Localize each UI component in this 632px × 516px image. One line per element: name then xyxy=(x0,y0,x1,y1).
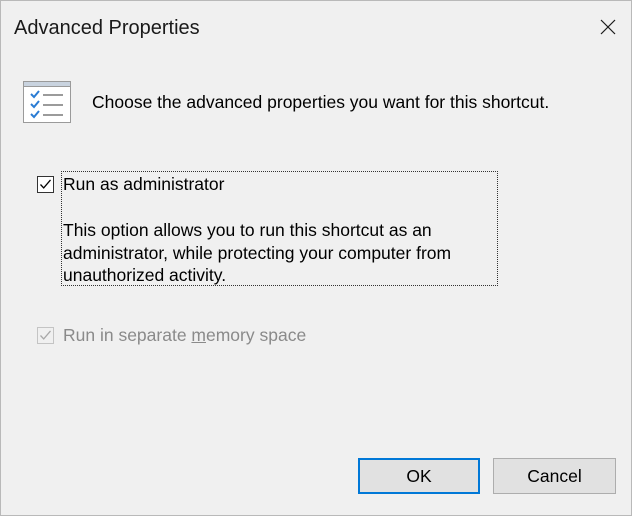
ok-button[interactable]: OK xyxy=(358,458,480,494)
close-icon xyxy=(600,19,616,35)
separate-memory-checkbox xyxy=(37,327,54,344)
window-title: Advanced Properties xyxy=(14,17,200,39)
separate-memory-label-suffix: emory space xyxy=(206,325,307,345)
separate-memory-label: Run in separate memory space xyxy=(63,325,306,346)
separate-memory-access-key: m xyxy=(191,325,206,345)
title-bar: Advanced Properties xyxy=(1,1,631,57)
separate-memory-checkbox-row xyxy=(37,327,54,344)
close-button[interactable] xyxy=(585,1,631,53)
advanced-properties-dialog: Advanced Properties Choose the advanced … xyxy=(0,0,632,516)
checkmark-icon xyxy=(40,179,51,189)
properties-checklist-icon xyxy=(23,81,71,123)
separate-memory-label-prefix: Run in separate xyxy=(63,325,192,345)
run-as-admin-checkbox-row[interactable] xyxy=(37,176,54,193)
run-as-admin-checkbox[interactable] xyxy=(37,176,54,193)
cancel-button[interactable]: Cancel xyxy=(493,458,616,494)
run-as-admin-label[interactable]: Run as administrator xyxy=(63,174,224,195)
checkmark-icon xyxy=(40,330,51,340)
header-instruction: Choose the advanced properties you want … xyxy=(92,92,550,112)
run-as-admin-description: This option allows you to run this short… xyxy=(63,220,452,285)
